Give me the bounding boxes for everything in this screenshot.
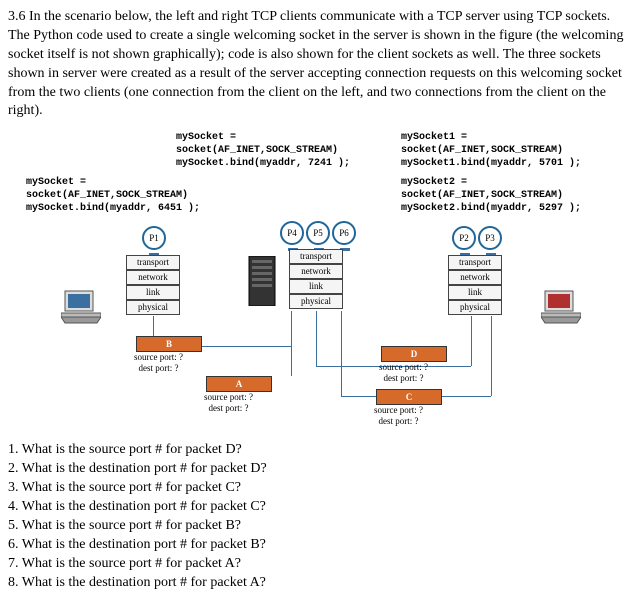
server-stack: transport network link physical (289, 249, 343, 309)
code-line: mySocket.bind(myaddr, 6451 ); (26, 202, 200, 215)
packet-dst: dest port: ? (379, 373, 428, 384)
layer-network: network (448, 270, 502, 285)
question-2: 2. What is the destination port # for pa… (8, 460, 634, 479)
packet-c-labels: source port: ? dest port: ? (374, 405, 423, 427)
layer-link: link (289, 279, 343, 294)
code-line: mySocket = (176, 131, 350, 144)
port-p1: P1 (142, 226, 166, 250)
code-line: mySocket2 = (401, 176, 581, 189)
packet-d: D (381, 346, 447, 362)
code-line: mySocket = (26, 176, 200, 189)
layer-physical: physical (126, 300, 180, 315)
layer-network: network (289, 264, 343, 279)
code-line: mySocket1.bind(myaddr, 5701 ); (401, 157, 581, 170)
packet-dst: dest port: ? (204, 403, 253, 414)
packet-a: A (206, 376, 272, 392)
computer-right-icon (541, 289, 581, 325)
code-line: socket(AF_INET,SOCK_STREAM) (401, 144, 581, 157)
code-line: socket(AF_INET,SOCK_STREAM) (26, 189, 200, 202)
port-p5: P5 (306, 221, 330, 245)
server-code: mySocket = socket(AF_INET,SOCK_STREAM) m… (176, 131, 350, 170)
packet-b-labels: source port: ? dest port: ? (134, 352, 183, 374)
problem-number: 3.6 (8, 9, 26, 24)
question-3: 3. What is the source port # for packet … (8, 479, 634, 498)
code-line: mySocket1 = (401, 131, 581, 144)
layer-link: link (448, 285, 502, 300)
port-p2: P2 (452, 226, 476, 250)
conn-line (291, 311, 292, 376)
packet-src: source port: ? (134, 352, 183, 363)
conn-line (491, 316, 492, 396)
packet-c: C (376, 389, 442, 405)
layer-transport: transport (126, 255, 180, 270)
question-6: 6. What is the destination port # for pa… (8, 536, 634, 555)
client-right2-code: mySocket2 = socket(AF_INET,SOCK_STREAM) … (401, 176, 581, 215)
packet-dst: dest port: ? (134, 363, 183, 374)
question-1: 1. What is the source port # for packet … (8, 441, 634, 460)
layer-transport: transport (289, 249, 343, 264)
right-client-stack: transport network link physical (448, 255, 502, 315)
question-8: 8. What is the destination port # for pa… (8, 574, 634, 593)
problem-body: In the scenario below, the left and righ… (8, 9, 623, 118)
layer-transport: transport (448, 255, 502, 270)
port-p6: P6 (332, 221, 356, 245)
client-right1-code: mySocket1 = socket(AF_INET,SOCK_STREAM) … (401, 131, 581, 170)
packet-d-labels: source port: ? dest port: ? (379, 362, 428, 384)
question-4: 4. What is the destination port # for pa… (8, 498, 634, 517)
conn-line (316, 311, 317, 366)
computer-left-icon (61, 289, 101, 325)
packet-src: source port: ? (204, 392, 253, 403)
code-line: socket(AF_INET,SOCK_STREAM) (176, 144, 350, 157)
layer-link: link (126, 285, 180, 300)
packet-dst: dest port: ? (374, 416, 423, 427)
code-line: socket(AF_INET,SOCK_STREAM) (401, 189, 581, 202)
packet-a-labels: source port: ? dest port: ? (204, 392, 253, 414)
layer-network: network (126, 270, 180, 285)
server-icon (247, 256, 277, 306)
layer-physical: physical (448, 300, 502, 315)
code-line: mySocket.bind(myaddr, 7241 ); (176, 157, 350, 170)
questions-list: 1. What is the source port # for packet … (8, 441, 634, 592)
port-p4: P4 (280, 221, 304, 245)
conn-line (341, 311, 342, 396)
client-left-code: mySocket = socket(AF_INET,SOCK_STREAM) m… (26, 176, 200, 215)
left-client-stack: transport network link physical (126, 255, 180, 315)
question-7: 7. What is the source port # for packet … (8, 555, 634, 574)
network-diagram: mySocket = socket(AF_INET,SOCK_STREAM) m… (11, 131, 631, 431)
packet-src: source port: ? (379, 362, 428, 373)
code-line: mySocket2.bind(myaddr, 5297 ); (401, 202, 581, 215)
problem-statement: 3.6 In the scenario below, the left and … (8, 8, 634, 121)
layer-physical: physical (289, 294, 343, 309)
packet-b: B (136, 336, 202, 352)
conn-line (471, 316, 472, 366)
question-5: 5. What is the source port # for packet … (8, 517, 634, 536)
port-p3: P3 (478, 226, 502, 250)
packet-src: source port: ? (374, 405, 423, 416)
